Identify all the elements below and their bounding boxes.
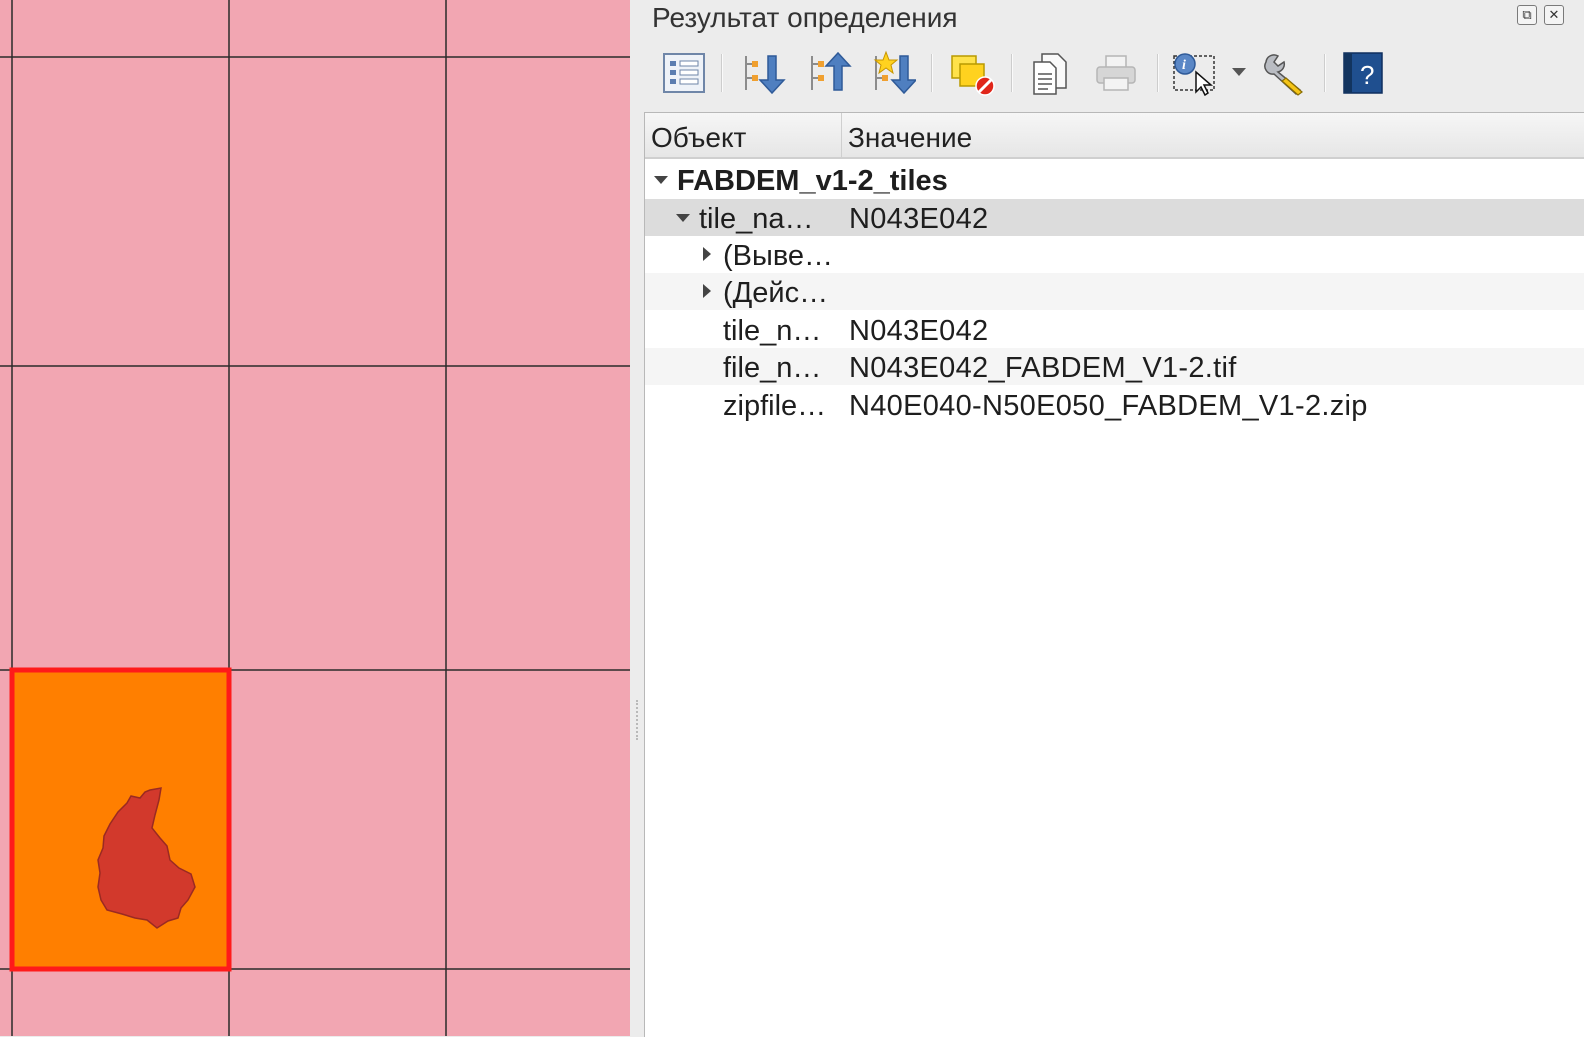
feature-name: tile_na… [699,203,814,235]
attribute-row[interactable]: zipfile… N40E040-N50E050_FABDEM_V1-2.zip [645,386,1584,423]
attribute-value: N40E040-N50E050_FABDEM_V1-2.zip [849,390,1368,422]
map-layer [0,0,630,1036]
clear-results-icon [951,55,995,96]
results-tree[interactable]: Объект Значение FABDEM_v1-2_tiles tile_n… [644,112,1584,1037]
tree-row-actions[interactable]: (Дейс… [645,273,1584,310]
identify-mode-button[interactable]: i [1170,50,1218,96]
expand-tree-icon [745,55,786,95]
attribute-name: file_n… [723,352,822,384]
expand-new-results-icon [873,50,916,95]
identify-select-mode-icon: i [1173,53,1215,96]
copy-feature-icon [1033,53,1067,95]
derived-group-label: (Выве… [723,240,834,272]
attribute-value: N043E042 [849,315,989,347]
panel-title: Результат определения [652,2,958,33]
tree-row-feature[interactable]: tile_na… N043E042 [645,199,1584,236]
settings-wrench-icon [1264,54,1303,96]
actions-group-label: (Дейс… [723,277,829,309]
attribute-row[interactable]: tile_n… N043E042 [645,311,1584,348]
expand-arrow-icon[interactable] [697,236,717,273]
identify-toolbar: i ? [644,44,1584,102]
collapse-tree-button[interactable] [804,50,852,96]
form-view-icon [663,53,705,93]
form-view-button[interactable] [660,50,708,96]
settings-button[interactable] [1260,50,1308,96]
close-panel-button[interactable]: ✕ [1544,5,1564,25]
clear-results-button[interactable] [948,50,996,96]
collapse-arrow-icon[interactable] [673,199,693,236]
feature-value: N043E042 [849,203,989,235]
help-icon: ? [1343,52,1383,94]
attribute-value: N043E042_FABDEM_V1-2.tif [849,352,1237,384]
print-icon [1096,55,1136,91]
svg-text:i: i [1182,58,1186,73]
expand-tree-button[interactable] [738,50,786,96]
column-header-value[interactable]: Значение [842,113,972,157]
help-button[interactable]: ? [1338,50,1386,96]
attribute-name: tile_n… [723,315,822,347]
print-button[interactable] [1092,50,1140,96]
tree-row-derived[interactable]: (Выве… [645,236,1584,273]
layer-name: FABDEM_v1-2_tiles [677,165,948,197]
panel-splitter[interactable] [630,0,644,1036]
expand-arrow-icon[interactable] [697,273,717,310]
identify-mode-dropdown-arrow[interactable] [1232,68,1246,76]
tree-header: Объект Значение [645,113,1584,159]
attribute-name: zipfile… [723,390,827,422]
expand-new-results-button[interactable] [868,50,916,96]
identify-results-panel: Результат определения ⧉ ✕ i ? Объект Зна… [644,0,1584,1037]
column-header-object[interactable]: Объект [645,113,842,157]
collapse-tree-icon [811,51,852,91]
copy-feature-button[interactable] [1026,50,1074,96]
collapse-arrow-icon[interactable] [651,161,671,198]
attribute-row[interactable]: file_n… N043E042_FABDEM_V1-2.tif [645,348,1584,385]
map-canvas[interactable] [0,0,630,1036]
svg-text:?: ? [1360,60,1374,90]
splitter-grip [636,700,640,740]
tree-row-layer[interactable]: FABDEM_v1-2_tiles [645,161,1584,198]
float-panel-button[interactable]: ⧉ [1517,5,1537,25]
